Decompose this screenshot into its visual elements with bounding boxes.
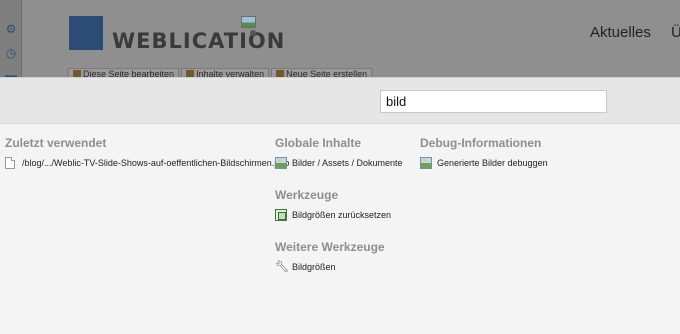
global-column: Globale Inhalte Bilder / Assets / Dokume… bbox=[275, 136, 403, 292]
resize-icon bbox=[275, 209, 287, 221]
more-tools-heading: Weitere Werkzeuge bbox=[275, 240, 385, 254]
recent-section: Zuletzt verwendet /blog/.../Weblic-TV-Sl… bbox=[5, 136, 289, 170]
recent-heading: Zuletzt verwendet bbox=[5, 136, 107, 150]
debug-item-label: Generierte Bilder debuggen bbox=[437, 158, 548, 168]
file-icon bbox=[5, 157, 15, 169]
background-page: ⚙ ◷ ▬ WEBLICATION Aktuelles Ü Diese Seit… bbox=[0, 0, 680, 80]
search-input[interactable] bbox=[380, 90, 607, 113]
tools-item-label: Bildgrößen zurücksetzen bbox=[292, 210, 392, 220]
nav-item-aktuelles[interactable]: Aktuelles bbox=[590, 24, 651, 41]
more-tools-item-label: Bildgrößen bbox=[292, 262, 336, 272]
global-item-label: Bilder / Assets / Dokumente bbox=[292, 158, 403, 168]
more-tools-section: Weitere Werkzeuge 🔧︎ Bildgrößen bbox=[275, 240, 403, 274]
recent-column: Zuletzt verwendet /blog/.../Weblic-TV-Sl… bbox=[5, 136, 289, 188]
global-section: Globale Inhalte Bilder / Assets / Dokume… bbox=[275, 136, 403, 170]
wrench-icon: 🔧︎ bbox=[275, 261, 289, 273]
tools-item-reset-sizes[interactable]: Bildgrößen zurücksetzen bbox=[275, 208, 403, 222]
tools-section: Werkzeuge Bildgrößen zurücksetzen bbox=[275, 188, 403, 222]
debug-column: Debug-Informationen Generierte Bilder de… bbox=[420, 136, 548, 188]
global-item-assets[interactable]: Bilder / Assets / Dokumente bbox=[275, 156, 403, 170]
more-tools-item-image-sizes[interactable]: 🔧︎ Bildgrößen bbox=[275, 260, 403, 274]
nav-item-truncated[interactable]: Ü bbox=[671, 24, 680, 41]
global-heading: Globale Inhalte bbox=[275, 136, 362, 150]
debug-heading: Debug-Informationen bbox=[420, 136, 542, 150]
tools-heading: Werkzeuge bbox=[275, 188, 339, 202]
left-toolbar: ⚙ ◷ ▬ bbox=[0, 0, 22, 80]
image-icon bbox=[275, 157, 287, 169]
search-results-panel: Zuletzt verwendet /blog/.../Weblic-TV-Sl… bbox=[0, 124, 680, 334]
gear-icon[interactable]: ⚙ bbox=[4, 22, 18, 36]
clock-icon[interactable]: ◷ bbox=[4, 46, 18, 60]
logo-image-icon bbox=[241, 16, 256, 28]
logo-registered-mark bbox=[250, 30, 256, 36]
recent-item-label: /blog/.../Weblic-TV-Slide-Shows-auf-oeff… bbox=[22, 158, 290, 168]
logo-square bbox=[69, 16, 103, 50]
search-bar bbox=[0, 77, 680, 124]
image-icon bbox=[420, 157, 432, 169]
debug-item-generated-images[interactable]: Generierte Bilder debuggen bbox=[420, 156, 548, 170]
debug-section: Debug-Informationen Generierte Bilder de… bbox=[420, 136, 548, 170]
logo-text: WEBLICATION bbox=[112, 29, 286, 53]
recent-item[interactable]: /blog/.../Weblic-TV-Slide-Shows-auf-oeff… bbox=[5, 156, 289, 170]
